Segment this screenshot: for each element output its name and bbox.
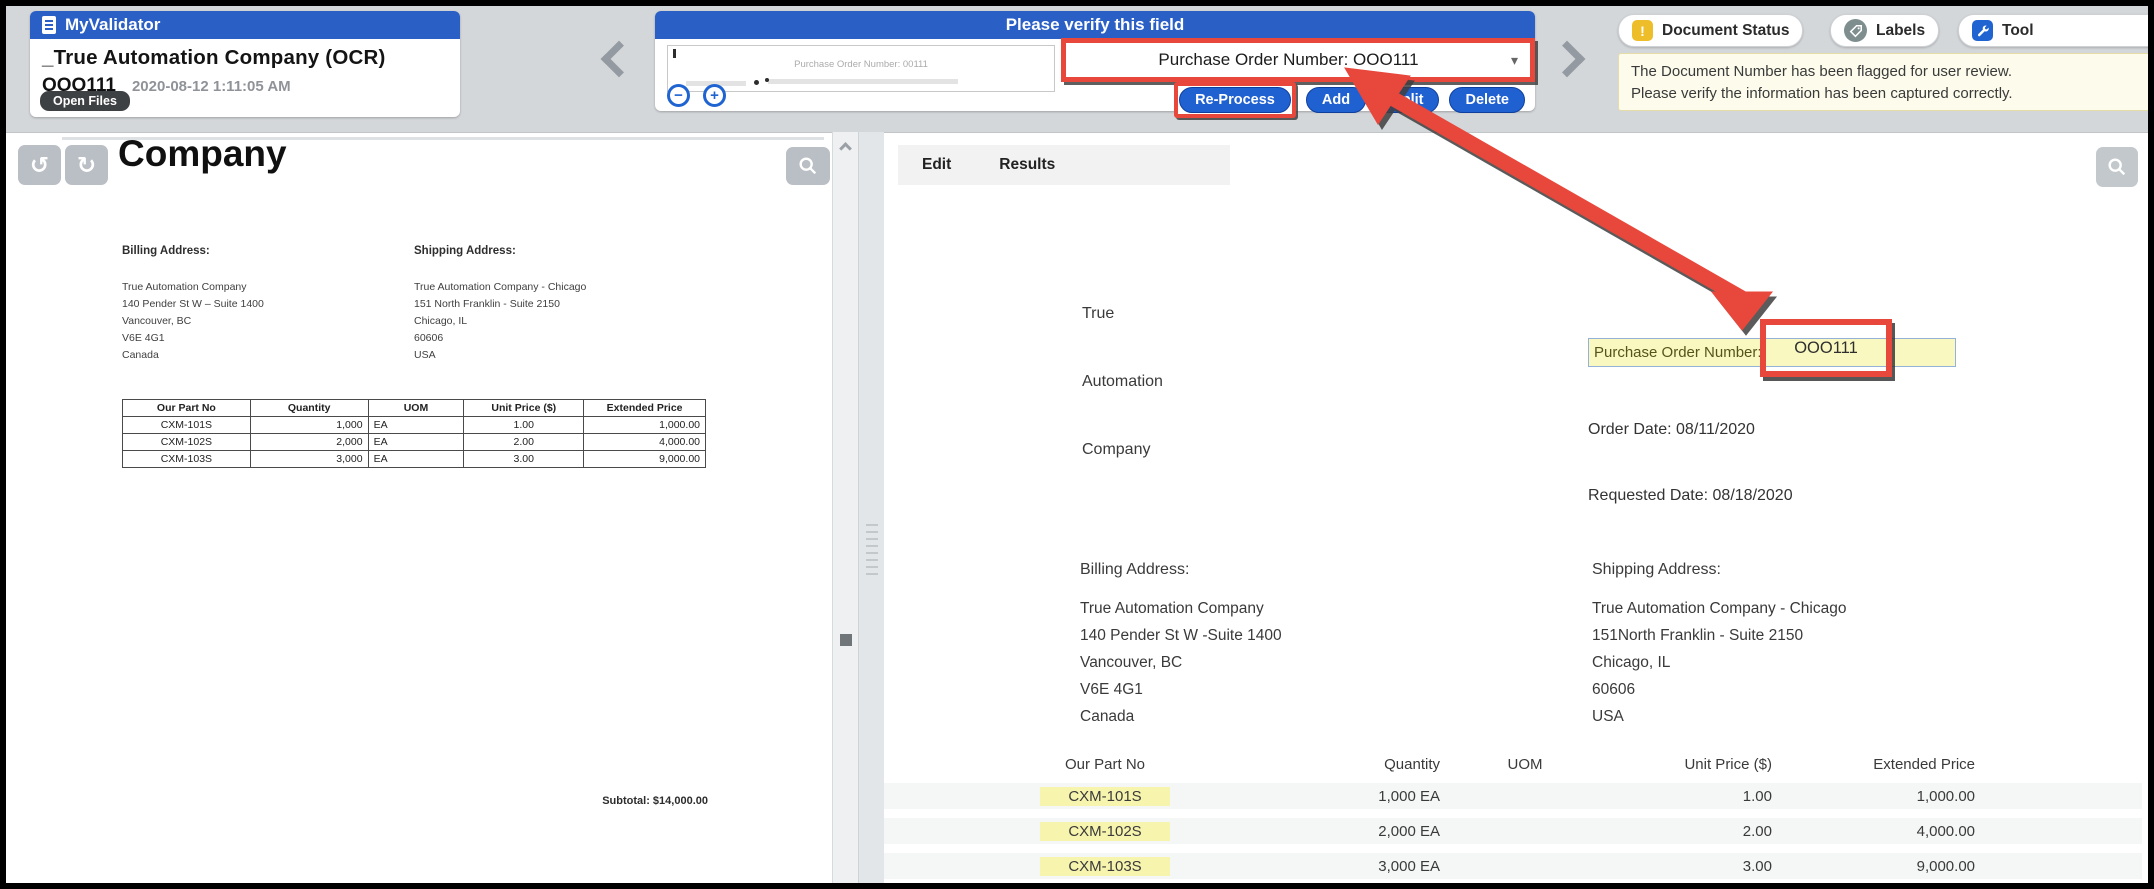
document-info-card: MyValidator _True Automation Company (OC… — [30, 11, 460, 117]
table-row: CXM-103S 3,000 EA 3.00 9,000.00 — [123, 451, 706, 468]
tab-results[interactable]: Results — [975, 146, 1079, 184]
document-title: _True Automation Company (OCR) — [30, 39, 460, 70]
part-number-highlight: CXM-101S — [1040, 787, 1169, 806]
review-notice: The Document Number has been flagged for… — [1618, 53, 2148, 111]
billing-heading: Billing Address: — [1080, 561, 1189, 579]
table-row[interactable]: CXM-101S 1,000 EA 1.00 1,000.00 — [884, 783, 2142, 809]
table-header-row: Our Part No Quantity UOM Unit Price ($) … — [890, 751, 1996, 777]
reprocess-highlight-box: Re-Process — [1174, 82, 1296, 118]
notice-line-2: Please verify the information has been c… — [1631, 83, 2141, 105]
table-row[interactable]: CXM-103S 3,000 EA 3.00 9,000.00 — [884, 853, 2142, 879]
billing-address: True Automation Company 140 Pender St W … — [1080, 595, 1282, 730]
open-files-button[interactable]: Open Files — [40, 91, 130, 111]
doc-word-company: Company — [1082, 441, 1150, 459]
rotate-right-button[interactable]: ↻ — [65, 145, 108, 185]
chevron-down-icon: ▾ — [1511, 52, 1518, 69]
field-snippet-preview: Purchase Order Number: 00111 — [667, 45, 1055, 92]
po-value-highlight-box: OOO111 — [1760, 319, 1892, 377]
right-panel-tabs: Edit Results — [898, 145, 1230, 185]
verify-field-card: Please verify this field Purchase Order … — [655, 11, 1535, 111]
doc-word-automation: Automation — [1082, 373, 1163, 391]
po-number-value: OOO111 — [1794, 339, 1858, 358]
table-row[interactable]: CXM-102S 2,000 EA 2.00 4,000.00 — [884, 818, 2142, 844]
scroll-up-icon[interactable] — [839, 142, 852, 155]
order-date: Order Date: 08/11/2020 — [1588, 421, 1755, 439]
field-value-text: Purchase Order Number: OOO111 — [1066, 50, 1511, 70]
scanned-doc-title: Company — [118, 133, 287, 175]
validator-card-header: MyValidator — [30, 11, 460, 39]
shipping-heading: Shipping Address: — [1592, 561, 1721, 579]
document-status-button[interactable]: ! Document Status — [1618, 14, 1803, 47]
scanned-billing-address: True Automation Company 140 Pender St W … — [122, 279, 264, 364]
snippet-zoom-in-button[interactable]: + — [703, 84, 726, 107]
field-value-dropdown[interactable]: Purchase Order Number: OOO111 ▾ — [1061, 38, 1535, 82]
doc-word-true: True — [1082, 305, 1114, 323]
field-action-buttons: Re-Process Add Split Delete — [1174, 82, 1525, 118]
app-title: MyValidator — [65, 15, 160, 35]
validator-app: MyValidator _True Automation Company (OC… — [0, 0, 2154, 889]
scanned-line-items-table: Our Part No Quantity UOM Unit Price ($) … — [122, 399, 706, 468]
snippet-zoom-out-button[interactable]: − — [667, 84, 690, 107]
tab-edit[interactable]: Edit — [898, 146, 975, 184]
document-icon — [42, 16, 56, 34]
line-items-table: Our Part No Quantity UOM Unit Price ($) … — [884, 751, 2142, 883]
po-number-label: Purchase Order Number: — [1594, 344, 1762, 361]
notice-line-1: The Document Number has been flagged for… — [1631, 61, 2141, 83]
delete-button[interactable]: Delete — [1449, 87, 1525, 113]
panel-splitter[interactable] — [858, 132, 884, 883]
part-number-highlight: CXM-102S — [1040, 822, 1169, 841]
exclamation-icon: ! — [1632, 20, 1653, 41]
scrollbar-thumb[interactable] — [840, 634, 852, 646]
search-zoom-icon[interactable] — [2096, 147, 2138, 187]
previous-field-button[interactable] — [601, 41, 638, 78]
search-zoom-icon[interactable] — [786, 147, 830, 185]
add-button[interactable]: Add — [1306, 87, 1366, 113]
shipping-address: True Automation Company - Chicago 151Nor… — [1592, 595, 1846, 730]
scanned-shipping-address: True Automation Company - Chicago 151 No… — [414, 279, 586, 364]
snippet-text: Purchase Order Number: 00111 — [668, 59, 1054, 70]
reprocess-button[interactable]: Re-Process — [1179, 87, 1291, 113]
scanned-subtotal: Subtotal: $14,000.00 — [436, 795, 708, 807]
scanned-shipping-heading: Shipping Address: — [414, 245, 516, 257]
verify-card-header: Please verify this field — [655, 11, 1535, 39]
document-image-panel: ↺ ↻ Company Billing Address: Shipping Ad… — [6, 132, 832, 883]
split-button[interactable]: Split — [1376, 87, 1439, 113]
rotate-left-button[interactable]: ↺ — [18, 145, 61, 185]
requested-date: Requested Date: 08/18/2020 — [1588, 487, 1793, 505]
extracted-document-panel: Edit Results True Automation Company Pur… — [884, 132, 2148, 883]
tools-button[interactable]: Tool — [1958, 14, 2148, 47]
splitter-grip-icon — [866, 524, 878, 578]
table-row: CXM-102S 2,000 EA 2.00 4,000.00 — [123, 434, 706, 451]
next-field-button[interactable] — [1549, 41, 1586, 78]
wrench-icon — [1972, 20, 1993, 41]
table-header-row: Our Part No Quantity UOM Unit Price ($) … — [123, 400, 706, 417]
part-number-highlight: CXM-103S — [1040, 857, 1169, 876]
scanned-billing-heading: Billing Address: — [122, 245, 210, 257]
table-row: CXM-101S 1,000 EA 1.00 1,000.00 — [123, 417, 706, 434]
app-frame: MyValidator _True Automation Company (OC… — [6, 6, 2148, 883]
document-timestamp: 2020-08-12 1:11:05 AM — [132, 78, 291, 95]
left-panel-scrollbar[interactable] — [832, 132, 858, 883]
verify-title: Please verify this field — [1006, 15, 1185, 35]
labels-button[interactable]: Labels — [1830, 14, 1939, 47]
tag-icon — [1844, 19, 1867, 42]
